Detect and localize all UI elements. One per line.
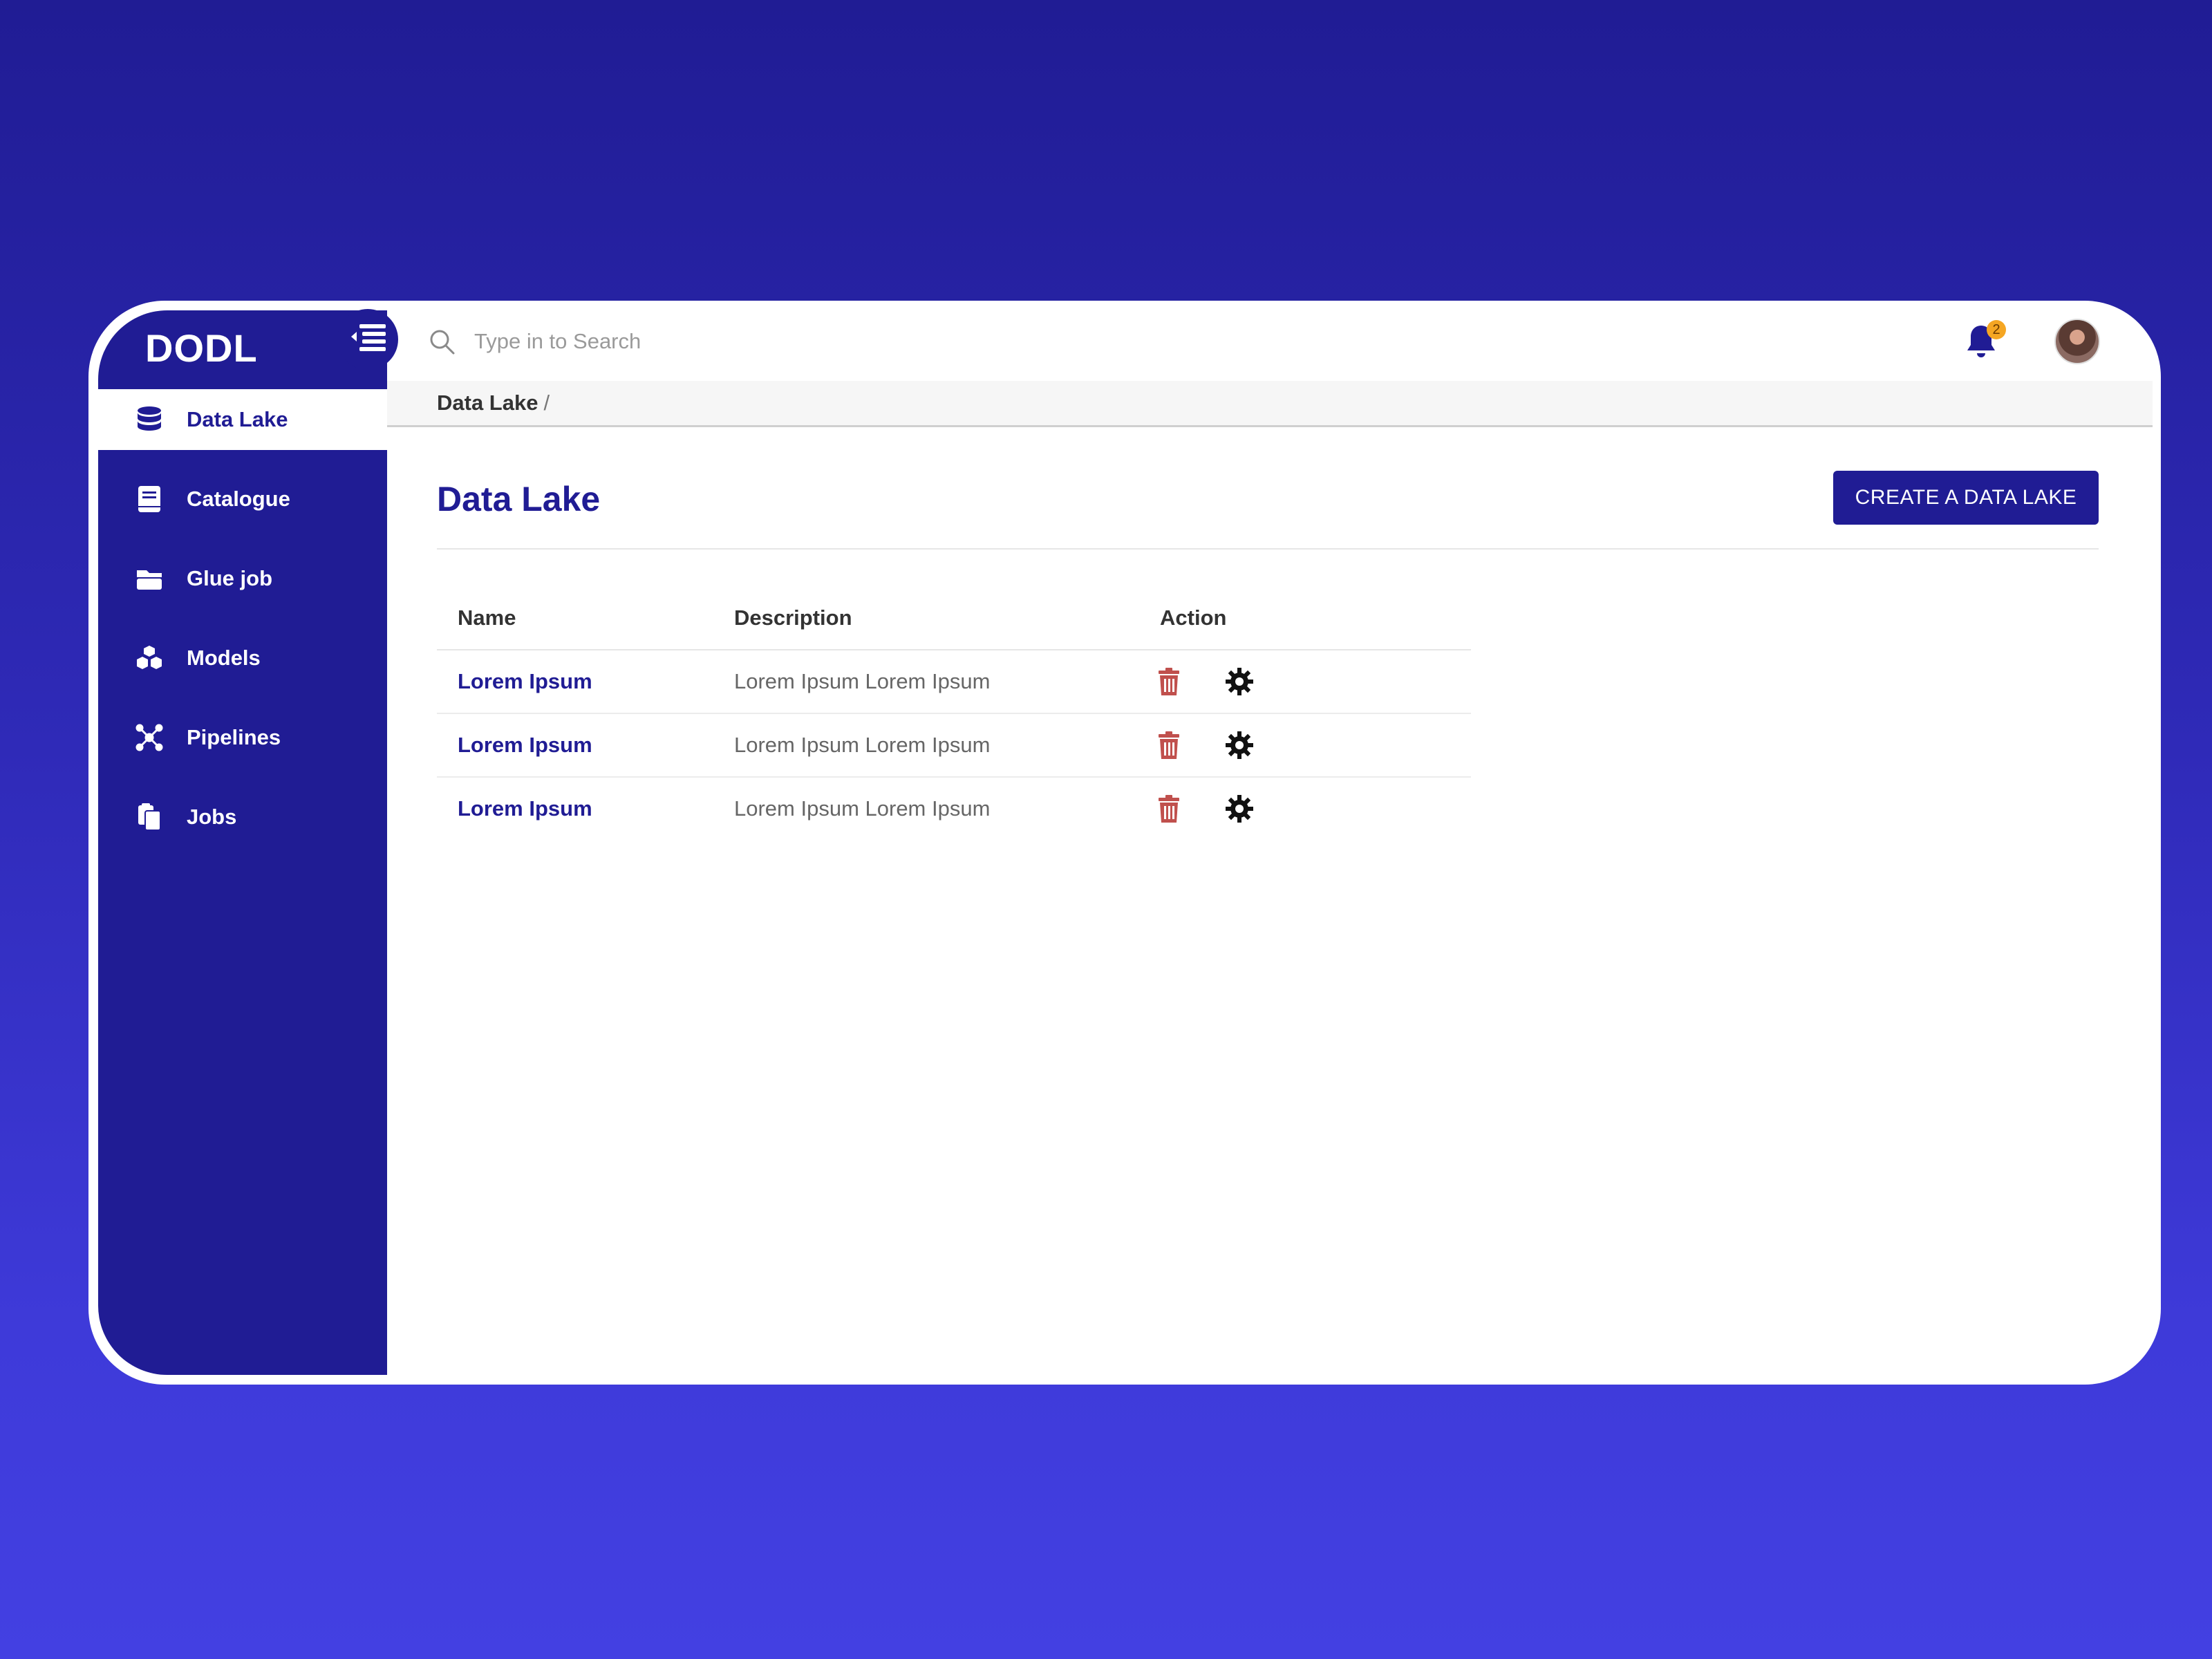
sidebar-nav: Data Lake Catalogue Glue job Models Pipe…: [98, 389, 387, 866]
table-row: Lorem Ipsum Lorem Ipsum Lorem Ipsum: [437, 778, 1471, 840]
row-description: Lorem Ipsum Lorem Ipsum: [734, 669, 991, 693]
delete-icon[interactable]: [1153, 729, 1185, 761]
sidebar-item-label: Jobs: [187, 805, 237, 829]
breadcrumb-current[interactable]: Data Lake: [437, 391, 538, 415]
row-description: Lorem Ipsum Lorem Ipsum: [734, 796, 991, 821]
network-icon: [134, 722, 165, 753]
sidebar-item-pipelines[interactable]: Pipelines: [98, 707, 387, 768]
app-window: DODL Data Lake Catalogue Glue job Models…: [88, 301, 2161, 1385]
data-lake-table: Name Description Action Lorem Ipsum Lore…: [437, 587, 1471, 840]
table-header: Name Description Action: [437, 587, 1471, 650]
user-avatar[interactable]: [2054, 319, 2100, 364]
sidebar-item-label: Models: [187, 646, 261, 670]
table-row: Lorem Ipsum Lorem Ipsum Lorem Ipsum: [437, 714, 1471, 778]
database-icon: [134, 404, 165, 435]
sidebar-item-label: Glue job: [187, 566, 272, 590]
settings-gear-icon[interactable]: [1224, 729, 1255, 761]
sidebar-item-label: Pipelines: [187, 725, 281, 749]
settings-gear-icon[interactable]: [1224, 793, 1255, 825]
search-icon: [430, 330, 455, 355]
brand-logo: DODL: [145, 326, 258, 370]
sidebar: DODL Data Lake Catalogue Glue job Models…: [98, 310, 387, 1375]
sidebar-item-glue-job[interactable]: Glue job: [98, 548, 387, 609]
search-input[interactable]: [473, 321, 1098, 362]
breadcrumb: Data Lake /: [437, 391, 550, 415]
sidebar-item-jobs[interactable]: Jobs: [98, 787, 387, 847]
sidebar-item-models[interactable]: Models: [98, 628, 387, 688]
table-row: Lorem Ipsum Lorem Ipsum Lorem Ipsum: [437, 650, 1471, 714]
column-header-action: Action: [1160, 606, 1227, 630]
page-title: Data Lake: [437, 480, 601, 518]
top-bar: 2: [387, 301, 2161, 381]
divider: [437, 548, 2099, 550]
cubes-icon: [134, 643, 165, 673]
row-name-link[interactable]: Lorem Ipsum: [458, 778, 592, 840]
delete-icon[interactable]: [1153, 793, 1185, 825]
book-icon: [134, 484, 165, 514]
row-description: Lorem Ipsum Lorem Ipsum: [734, 733, 991, 757]
row-name-link[interactable]: Lorem Ipsum: [458, 650, 592, 713]
settings-gear-icon[interactable]: [1224, 666, 1255, 697]
breadcrumb-bar: Data Lake /: [387, 381, 2153, 427]
breadcrumb-separator: /: [543, 391, 550, 415]
clipboard-icon: [134, 802, 165, 832]
notification-badge: 2: [1987, 320, 2006, 339]
create-data-lake-button[interactable]: CREATE A DATA LAKE: [1833, 471, 2099, 525]
column-header-description: Description: [734, 606, 852, 630]
menu-collapse-icon: [351, 324, 386, 351]
folder-icon: [134, 563, 165, 594]
sidebar-item-data-lake[interactable]: Data Lake: [98, 389, 387, 450]
row-name-link[interactable]: Lorem Ipsum: [458, 714, 592, 776]
sidebar-item-label: Catalogue: [187, 487, 290, 511]
sidebar-item-label: Data Lake: [187, 407, 288, 431]
column-header-name: Name: [458, 606, 516, 630]
sidebar-item-catalogue[interactable]: Catalogue: [98, 469, 387, 529]
delete-icon[interactable]: [1153, 666, 1185, 697]
